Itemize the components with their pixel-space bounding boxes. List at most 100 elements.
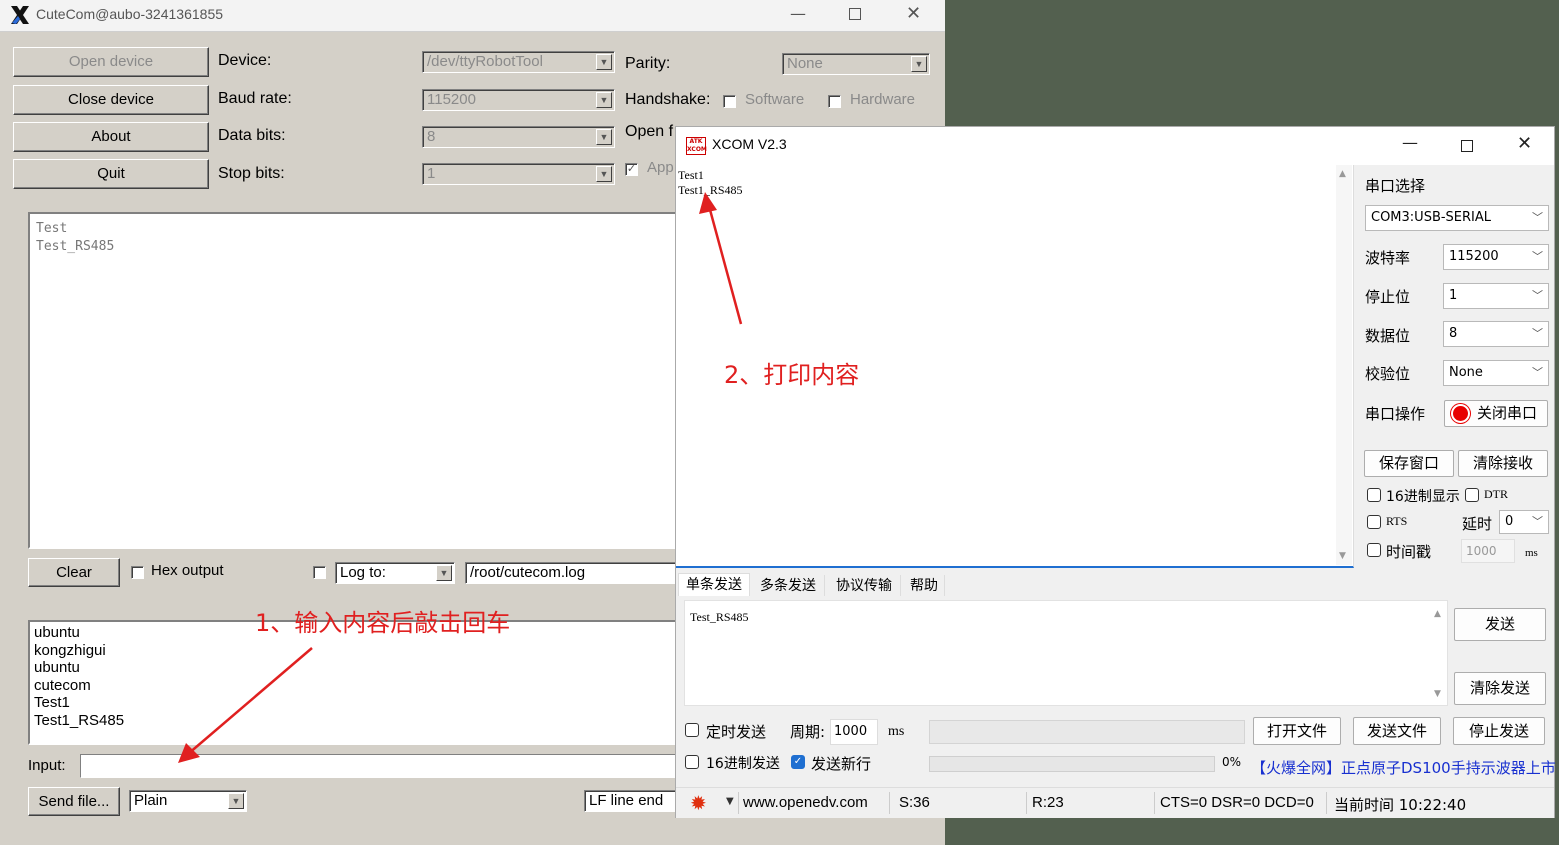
cutecom-titlebar[interactable]: CuteCom@aubo-3241361855 — ✕ bbox=[0, 0, 945, 32]
timestamp-checkbox[interactable] bbox=[1367, 543, 1381, 557]
send-file-button[interactable]: Send file... bbox=[28, 787, 120, 816]
delay-value: 0 bbox=[1505, 514, 1514, 529]
send-file-button[interactable]: 发送文件 bbox=[1353, 717, 1441, 745]
log-path-input[interactable]: /root/cutecom.log bbox=[465, 562, 680, 584]
chevron-down-icon[interactable]: ▼ bbox=[726, 796, 734, 807]
output-textarea[interactable]: Test Test_RS485 bbox=[28, 212, 688, 549]
period-input[interactable]: 1000 bbox=[830, 719, 878, 745]
stop-bits-select[interactable]: 1 ▼ bbox=[422, 163, 615, 185]
history-item[interactable]: Test1_RS485 bbox=[34, 712, 682, 730]
website-link[interactable]: www.openedv.com bbox=[743, 794, 868, 811]
open-for-label: Open f bbox=[625, 123, 674, 140]
hex-output-checkbox[interactable] bbox=[131, 566, 144, 579]
line-end-select[interactable]: LF line end bbox=[584, 790, 684, 812]
hardware-checkbox[interactable] bbox=[828, 95, 841, 108]
send-textarea[interactable]: Test_RS485 ▲ ▼ bbox=[684, 600, 1448, 706]
stop-send-button[interactable]: 停止发送 bbox=[1453, 717, 1545, 745]
maximize-icon[interactable] bbox=[849, 8, 861, 20]
close-icon[interactable]: ✕ bbox=[906, 3, 921, 24]
rts-label: RTS bbox=[1386, 514, 1408, 528]
received-count: R:23 bbox=[1032, 794, 1064, 811]
apply-checkbox[interactable]: ✓ bbox=[625, 163, 638, 176]
baud-select[interactable]: 115200 ﹀ bbox=[1443, 244, 1549, 270]
log-to-select[interactable]: Log to: ▼ bbox=[335, 562, 455, 584]
history-item[interactable]: ubuntu bbox=[34, 659, 682, 677]
log-to-checkbox[interactable] bbox=[313, 566, 326, 579]
rts-checkbox[interactable] bbox=[1367, 515, 1381, 529]
minimize-icon[interactable]: — bbox=[790, 4, 806, 23]
scroll-up-icon[interactable]: ▲ bbox=[1434, 609, 1441, 619]
timed-send-checkbox[interactable] bbox=[685, 723, 699, 737]
send-file-path-input[interactable] bbox=[929, 720, 1245, 744]
dtr-checkbox[interactable] bbox=[1465, 488, 1479, 502]
open-device-button[interactable]: Open device bbox=[13, 47, 209, 77]
timestamp-interval-value: 1000 bbox=[1466, 544, 1497, 558]
send-newline-checkbox[interactable]: ✓ bbox=[791, 755, 805, 769]
status-divider bbox=[738, 792, 739, 814]
receive-scrollbar[interactable]: ▲ ▼ bbox=[1336, 165, 1352, 565]
tab-help[interactable]: 帮助 bbox=[904, 575, 945, 596]
parity-value: None bbox=[1449, 365, 1483, 380]
software-checkbox[interactable] bbox=[723, 95, 736, 108]
hex-send-label: 16进制发送 bbox=[706, 756, 780, 772]
data-bits-select[interactable]: 8 ﹀ bbox=[1443, 321, 1549, 347]
quit-button[interactable]: Quit bbox=[13, 159, 209, 189]
timestamp-interval-input[interactable]: 1000 bbox=[1461, 539, 1515, 563]
send-button[interactable]: 发送 bbox=[1454, 608, 1546, 641]
input-label: Input: bbox=[28, 757, 66, 774]
stop-bits-value: 1 bbox=[427, 165, 436, 182]
delay-select[interactable]: 0 ﹀ bbox=[1499, 510, 1549, 534]
send-text: Test_RS485 bbox=[690, 610, 749, 624]
history-item[interactable]: kongzhigui bbox=[34, 642, 682, 660]
window-title: CuteCom@aubo-3241361855 bbox=[36, 6, 224, 22]
log-to-value: Log to: bbox=[340, 564, 386, 581]
save-window-button[interactable]: 保存窗口 bbox=[1364, 450, 1454, 477]
data-bits-label: Data bits: bbox=[218, 127, 286, 144]
gear-icon[interactable]: ✹ bbox=[690, 791, 707, 815]
hex-send-checkbox[interactable] bbox=[685, 755, 699, 769]
baud-rate-select[interactable]: 115200 ▼ bbox=[422, 89, 615, 111]
data-bits-value: 8 bbox=[1449, 326, 1458, 341]
status-divider bbox=[1154, 792, 1155, 814]
scroll-down-icon[interactable]: ▼ bbox=[1339, 551, 1346, 561]
status-divider bbox=[1026, 792, 1027, 814]
device-select[interactable]: /dev/ttyRobotTool ▼ bbox=[422, 51, 615, 73]
send-mode-value: Plain bbox=[134, 792, 168, 809]
parity-select[interactable]: None ﹀ bbox=[1443, 360, 1549, 386]
about-button[interactable]: About bbox=[13, 122, 209, 152]
tab-multi-send[interactable]: 多条发送 bbox=[752, 575, 825, 596]
xcom-titlebar[interactable]: ATK XCOM XCOM V2.3 — ✕ bbox=[676, 127, 1554, 165]
current-time: 当前时间 10:22:40 bbox=[1334, 796, 1467, 814]
minimize-icon[interactable]: — bbox=[1402, 133, 1418, 152]
history-list[interactable]: ubuntu kongzhigui ubuntu cutecom Test1 T… bbox=[28, 620, 688, 745]
close-device-button[interactable]: Close device bbox=[13, 85, 209, 115]
clear-button[interactable]: Clear bbox=[28, 558, 120, 587]
parity-label: Parity: bbox=[625, 55, 671, 72]
data-bits-select[interactable]: 8 ▼ bbox=[422, 126, 615, 148]
device-label: Device: bbox=[218, 52, 272, 69]
parity-select[interactable]: None ▼ bbox=[782, 53, 930, 75]
open-file-button[interactable]: 打开文件 bbox=[1253, 717, 1341, 745]
clear-send-button[interactable]: 清除发送 bbox=[1454, 672, 1546, 705]
history-item[interactable]: Test1 bbox=[34, 694, 682, 712]
tab-protocol[interactable]: 协议传输 bbox=[828, 575, 901, 596]
send-mode-select[interactable]: Plain ▼ bbox=[129, 790, 247, 812]
maximize-icon[interactable] bbox=[1461, 140, 1473, 152]
chevron-down-icon: ▼ bbox=[911, 56, 927, 72]
chevron-down-icon: ▼ bbox=[596, 92, 612, 108]
port-select[interactable]: COM3:USB-SERIAL ﹀ bbox=[1365, 205, 1549, 231]
chevron-down-icon: ﹀ bbox=[1532, 327, 1543, 340]
history-item[interactable]: cutecom bbox=[34, 677, 682, 695]
hex-display-checkbox[interactable] bbox=[1367, 488, 1381, 502]
tab-single-send[interactable]: 单条发送 bbox=[678, 573, 750, 596]
scroll-down-icon[interactable]: ▼ bbox=[1434, 689, 1441, 699]
ad-link[interactable]: 【火爆全网】正点原子DS100手持示波器上市 bbox=[1251, 757, 1556, 778]
port-select-label: 串口选择 bbox=[1365, 177, 1426, 195]
stop-bits-select[interactable]: 1 ﹀ bbox=[1443, 283, 1549, 309]
clear-receive-button[interactable]: 清除接收 bbox=[1458, 450, 1548, 477]
scroll-up-icon[interactable]: ▲ bbox=[1339, 169, 1346, 179]
close-icon[interactable]: ✕ bbox=[1517, 133, 1532, 154]
hardware-label: Hardware bbox=[850, 91, 916, 108]
data-bits-value: 8 bbox=[427, 128, 436, 145]
close-port-button[interactable]: 关闭串口 bbox=[1444, 400, 1548, 427]
